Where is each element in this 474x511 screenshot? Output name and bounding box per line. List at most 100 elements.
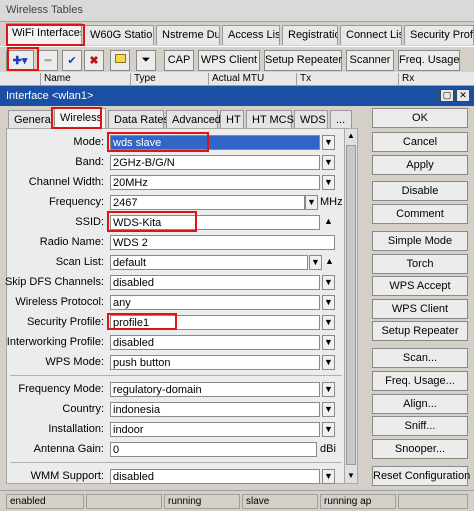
comment-button[interactable]: Comment: [372, 204, 468, 224]
column-tx[interactable]: Tx: [296, 73, 311, 86]
status-slave: slave: [242, 494, 318, 509]
scroll-up-icon[interactable]: ▲: [346, 129, 356, 143]
tab-nstreme-dual[interactable]: Nstreme Dual: [156, 25, 220, 45]
expand-icon[interactable]: ▲: [323, 255, 336, 270]
comment-button[interactable]: [110, 50, 130, 71]
chevron-down-icon[interactable]: ▼: [322, 382, 335, 397]
tab-general[interactable]: General: [8, 110, 53, 129]
remove-button[interactable]: ━: [38, 50, 58, 71]
plus-icon: ✚▾: [12, 55, 28, 67]
channel-width-select[interactable]: 20MHz: [110, 175, 320, 190]
tab-wds[interactable]: WDS: [294, 110, 328, 129]
radio-name-input[interactable]: WDS 2: [110, 235, 335, 250]
apply-button[interactable]: Apply: [372, 155, 468, 175]
tab-advanced[interactable]: Advanced: [166, 110, 221, 129]
align-button[interactable]: Align...: [372, 394, 468, 414]
installation-label: Installation:: [48, 423, 104, 435]
simple-mode-button[interactable]: Simple Mode: [372, 231, 468, 251]
tab-more[interactable]: ...: [330, 110, 352, 129]
tab-ht[interactable]: HT: [220, 110, 244, 129]
wps-mode-select[interactable]: push button: [110, 355, 320, 370]
band-select[interactable]: 2GHz-B/G/N: [110, 155, 320, 170]
tab-connect-list[interactable]: Connect List: [340, 25, 402, 45]
disable-button[interactable]: Disable: [372, 181, 468, 201]
ok-button[interactable]: OK: [372, 108, 468, 128]
reset-configuration-button[interactable]: Reset Configuration: [372, 466, 470, 486]
mode-select[interactable]: wds slave: [110, 135, 320, 150]
chevron-down-icon[interactable]: ▼: [322, 275, 335, 290]
chevron-down-icon[interactable]: ▼: [322, 335, 335, 350]
tab-w60g-station[interactable]: W60G Station: [84, 25, 154, 45]
wmm-support-select[interactable]: disabled: [110, 469, 320, 484]
wps-accept-button[interactable]: WPS Accept: [372, 276, 468, 296]
column-actual-mtu[interactable]: Actual MTU: [208, 73, 264, 86]
interworking-profile-label: Interworking Profile:: [6, 336, 104, 348]
tab-security-profiles[interactable]: Security Profiles: [404, 25, 474, 45]
chevron-down-icon[interactable]: ▼: [322, 315, 335, 330]
chevron-down-icon[interactable]: ▼: [322, 355, 335, 370]
column-name[interactable]: Name: [40, 73, 71, 86]
collapse-icon[interactable]: ▲: [322, 215, 335, 230]
form-scrollbar[interactable]: ▲ ▼: [344, 129, 357, 483]
skip-dfs-label: Skip DFS Channels:: [4, 276, 104, 288]
installation-select[interactable]: indoor: [110, 422, 320, 437]
back-window-title: Wireless Tables: [6, 4, 83, 16]
cancel-button[interactable]: Cancel: [372, 132, 468, 152]
scroll-down-icon[interactable]: ▼: [346, 469, 356, 483]
security-profile-select[interactable]: profile1: [110, 315, 320, 330]
scanner-button[interactable]: Scanner: [346, 50, 394, 71]
disable-button[interactable]: ✖: [84, 50, 104, 71]
country-label: Country:: [62, 403, 104, 415]
tab-registration[interactable]: Registration: [282, 25, 338, 45]
chevron-down-icon[interactable]: ▼: [322, 422, 335, 437]
frequency-mode-select[interactable]: regulatory-domain: [110, 382, 320, 397]
channel-width-label: Channel Width:: [28, 176, 104, 188]
add-dropdown-button[interactable]: ✚▾: [6, 50, 34, 71]
chevron-down-icon[interactable]: ▼: [305, 195, 318, 210]
ssid-input[interactable]: WDS-Kita: [110, 215, 320, 230]
tab-data-rates[interactable]: Data Rates: [108, 110, 169, 129]
status-empty: [86, 494, 162, 509]
freq-usage-button[interactable]: Freq. Usage: [398, 50, 460, 71]
chevron-down-icon[interactable]: ▼: [322, 295, 335, 310]
torch-button[interactable]: Torch: [372, 254, 468, 274]
column-rx[interactable]: Rx: [398, 73, 414, 86]
tab-wifi-interfaces[interactable]: WiFi Interfaces: [6, 23, 82, 45]
skip-dfs-select[interactable]: disabled: [110, 275, 320, 290]
enable-button[interactable]: ✔: [62, 50, 82, 71]
back-window-titlebar: Wireless Tables: [0, 0, 474, 22]
wps-client-button[interactable]: WPS Client: [198, 50, 260, 71]
status-bar: enabled running slave running ap: [0, 490, 474, 511]
filter-button[interactable]: ⏷: [136, 50, 156, 71]
close-icon[interactable]: ✕: [456, 89, 470, 102]
scan-button[interactable]: Scan...: [372, 348, 468, 368]
scroll-thumb[interactable]: [346, 145, 356, 465]
setup-repeater-button[interactable]: Setup Repeater: [264, 50, 342, 71]
setup-repeater-button[interactable]: Setup Repeater: [372, 321, 468, 341]
tab-access-list[interactable]: Access List: [222, 25, 280, 45]
check-icon: ✔: [67, 55, 77, 67]
tab-ht-mcs[interactable]: HT MCS: [246, 110, 294, 129]
chevron-down-icon[interactable]: ▼: [322, 155, 335, 170]
scan-list-label: Scan List:: [55, 256, 104, 268]
frequency-select[interactable]: 2467: [110, 195, 305, 210]
chevron-down-icon[interactable]: ▼: [322, 135, 335, 150]
wps-client-button[interactable]: WPS Client: [372, 299, 468, 319]
chevron-down-icon[interactable]: ▼: [322, 469, 335, 484]
wireless-protocol-select[interactable]: any: [110, 295, 320, 310]
column-type[interactable]: Type: [130, 73, 156, 86]
antenna-gain-input[interactable]: 0: [110, 442, 317, 457]
sniff-button[interactable]: Sniff...: [372, 416, 468, 436]
country-select[interactable]: indonesia: [110, 402, 320, 417]
cap-button[interactable]: CAP: [164, 50, 194, 71]
table-header: Name Type Actual MTU Tx Rx: [0, 72, 474, 86]
chevron-down-icon[interactable]: ▼: [309, 255, 322, 270]
scan-list-select[interactable]: default: [110, 255, 308, 270]
freq-usage-button[interactable]: Freq. Usage...: [372, 371, 468, 391]
interworking-profile-select[interactable]: disabled: [110, 335, 320, 350]
tab-wireless[interactable]: Wireless: [54, 108, 106, 129]
chevron-down-icon[interactable]: ▼: [322, 402, 335, 417]
snooper-button[interactable]: Snooper...: [372, 439, 468, 459]
restore-icon[interactable]: ▢: [440, 89, 454, 102]
chevron-down-icon[interactable]: ▼: [322, 175, 335, 190]
